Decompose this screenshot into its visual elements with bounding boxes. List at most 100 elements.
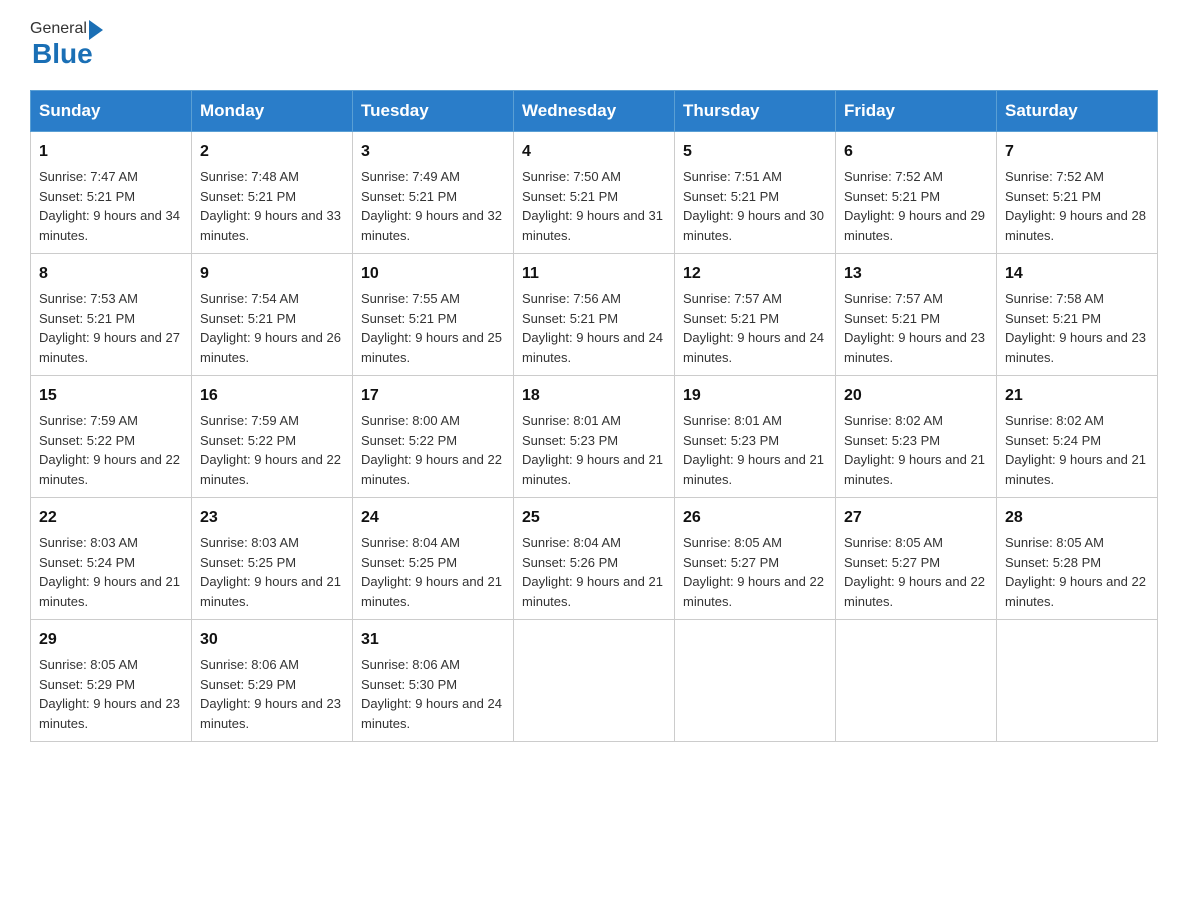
- day-sunset: Sunset: 5:22 PM: [361, 433, 457, 448]
- day-daylight: Daylight: 9 hours and 21 minutes.: [361, 574, 502, 609]
- day-sunrise: Sunrise: 8:04 AM: [522, 535, 621, 550]
- day-sunset: Sunset: 5:28 PM: [1005, 555, 1101, 570]
- day-sunrise: Sunrise: 7:52 AM: [1005, 169, 1104, 184]
- calendar-cell: 4Sunrise: 7:50 AMSunset: 5:21 PMDaylight…: [514, 132, 675, 254]
- day-number: 15: [39, 384, 183, 408]
- day-sunset: Sunset: 5:25 PM: [200, 555, 296, 570]
- day-daylight: Daylight: 9 hours and 22 minutes.: [1005, 574, 1146, 609]
- day-number: 28: [1005, 506, 1149, 530]
- calendar-cell: 28Sunrise: 8:05 AMSunset: 5:28 PMDayligh…: [997, 498, 1158, 620]
- day-sunset: Sunset: 5:21 PM: [200, 311, 296, 326]
- calendar-cell: 23Sunrise: 8:03 AMSunset: 5:25 PMDayligh…: [192, 498, 353, 620]
- calendar-cell: 11Sunrise: 7:56 AMSunset: 5:21 PMDayligh…: [514, 254, 675, 376]
- day-daylight: Daylight: 9 hours and 22 minutes.: [683, 574, 824, 609]
- day-sunset: Sunset: 5:21 PM: [522, 311, 618, 326]
- day-sunrise: Sunrise: 7:57 AM: [844, 291, 943, 306]
- calendar-cell: 29Sunrise: 8:05 AMSunset: 5:29 PMDayligh…: [31, 620, 192, 742]
- logo-arrow-icon: [89, 20, 103, 40]
- calendar-cell: 3Sunrise: 7:49 AMSunset: 5:21 PMDaylight…: [353, 132, 514, 254]
- calendar-cell: 16Sunrise: 7:59 AMSunset: 5:22 PMDayligh…: [192, 376, 353, 498]
- day-sunrise: Sunrise: 7:49 AM: [361, 169, 460, 184]
- day-number: 31: [361, 628, 505, 652]
- day-sunrise: Sunrise: 8:02 AM: [844, 413, 943, 428]
- calendar-cell: 5Sunrise: 7:51 AMSunset: 5:21 PMDaylight…: [675, 132, 836, 254]
- day-sunset: Sunset: 5:23 PM: [522, 433, 618, 448]
- day-number: 20: [844, 384, 988, 408]
- day-daylight: Daylight: 9 hours and 21 minutes.: [200, 574, 341, 609]
- day-sunrise: Sunrise: 7:54 AM: [200, 291, 299, 306]
- day-sunrise: Sunrise: 8:02 AM: [1005, 413, 1104, 428]
- day-number: 9: [200, 262, 344, 286]
- calendar-cell: 18Sunrise: 8:01 AMSunset: 5:23 PMDayligh…: [514, 376, 675, 498]
- day-daylight: Daylight: 9 hours and 23 minutes.: [39, 696, 180, 731]
- day-sunrise: Sunrise: 7:57 AM: [683, 291, 782, 306]
- day-number: 30: [200, 628, 344, 652]
- day-sunset: Sunset: 5:21 PM: [683, 189, 779, 204]
- day-sunrise: Sunrise: 8:03 AM: [200, 535, 299, 550]
- day-sunrise: Sunrise: 8:01 AM: [522, 413, 621, 428]
- day-number: 25: [522, 506, 666, 530]
- day-sunset: Sunset: 5:21 PM: [844, 189, 940, 204]
- day-sunrise: Sunrise: 8:06 AM: [361, 657, 460, 672]
- day-daylight: Daylight: 9 hours and 31 minutes.: [522, 208, 663, 243]
- calendar-week-row: 29Sunrise: 8:05 AMSunset: 5:29 PMDayligh…: [31, 620, 1158, 742]
- day-number: 6: [844, 140, 988, 164]
- day-sunset: Sunset: 5:25 PM: [361, 555, 457, 570]
- day-sunrise: Sunrise: 7:56 AM: [522, 291, 621, 306]
- logo-general-text: General: [30, 20, 87, 38]
- day-sunrise: Sunrise: 8:03 AM: [39, 535, 138, 550]
- day-daylight: Daylight: 9 hours and 26 minutes.: [200, 330, 341, 365]
- day-number: 22: [39, 506, 183, 530]
- day-number: 1: [39, 140, 183, 164]
- calendar-cell: 7Sunrise: 7:52 AMSunset: 5:21 PMDaylight…: [997, 132, 1158, 254]
- day-daylight: Daylight: 9 hours and 21 minutes.: [844, 452, 985, 487]
- day-number: 4: [522, 140, 666, 164]
- day-sunset: Sunset: 5:29 PM: [39, 677, 135, 692]
- day-number: 17: [361, 384, 505, 408]
- day-daylight: Daylight: 9 hours and 22 minutes.: [39, 452, 180, 487]
- day-sunrise: Sunrise: 7:48 AM: [200, 169, 299, 184]
- day-sunrise: Sunrise: 7:50 AM: [522, 169, 621, 184]
- day-sunset: Sunset: 5:22 PM: [200, 433, 296, 448]
- day-daylight: Daylight: 9 hours and 23 minutes.: [1005, 330, 1146, 365]
- day-daylight: Daylight: 9 hours and 21 minutes.: [522, 452, 663, 487]
- day-number: 13: [844, 262, 988, 286]
- calendar-cell: 30Sunrise: 8:06 AMSunset: 5:29 PMDayligh…: [192, 620, 353, 742]
- calendar-cell: [675, 620, 836, 742]
- calendar-cell: [514, 620, 675, 742]
- day-number: 8: [39, 262, 183, 286]
- day-daylight: Daylight: 9 hours and 21 minutes.: [1005, 452, 1146, 487]
- day-sunset: Sunset: 5:26 PM: [522, 555, 618, 570]
- day-number: 5: [683, 140, 827, 164]
- day-sunset: Sunset: 5:30 PM: [361, 677, 457, 692]
- calendar-cell: 15Sunrise: 7:59 AMSunset: 5:22 PMDayligh…: [31, 376, 192, 498]
- day-sunset: Sunset: 5:21 PM: [1005, 311, 1101, 326]
- calendar-header-row: SundayMondayTuesdayWednesdayThursdayFrid…: [31, 91, 1158, 132]
- day-daylight: Daylight: 9 hours and 21 minutes.: [683, 452, 824, 487]
- day-sunset: Sunset: 5:27 PM: [683, 555, 779, 570]
- calendar-cell: 21Sunrise: 8:02 AMSunset: 5:24 PMDayligh…: [997, 376, 1158, 498]
- weekday-header-friday: Friday: [836, 91, 997, 132]
- day-sunrise: Sunrise: 8:00 AM: [361, 413, 460, 428]
- day-sunset: Sunset: 5:21 PM: [200, 189, 296, 204]
- day-daylight: Daylight: 9 hours and 22 minutes.: [200, 452, 341, 487]
- day-number: 21: [1005, 384, 1149, 408]
- calendar-cell: 13Sunrise: 7:57 AMSunset: 5:21 PMDayligh…: [836, 254, 997, 376]
- day-sunrise: Sunrise: 7:55 AM: [361, 291, 460, 306]
- day-number: 27: [844, 506, 988, 530]
- day-sunrise: Sunrise: 8:01 AM: [683, 413, 782, 428]
- day-sunset: Sunset: 5:21 PM: [39, 311, 135, 326]
- day-daylight: Daylight: 9 hours and 33 minutes.: [200, 208, 341, 243]
- day-sunrise: Sunrise: 8:04 AM: [361, 535, 460, 550]
- day-sunrise: Sunrise: 8:05 AM: [683, 535, 782, 550]
- day-number: 24: [361, 506, 505, 530]
- day-daylight: Daylight: 9 hours and 23 minutes.: [844, 330, 985, 365]
- day-daylight: Daylight: 9 hours and 23 minutes.: [200, 696, 341, 731]
- day-sunset: Sunset: 5:21 PM: [361, 189, 457, 204]
- day-sunrise: Sunrise: 7:58 AM: [1005, 291, 1104, 306]
- day-daylight: Daylight: 9 hours and 21 minutes.: [39, 574, 180, 609]
- calendar-cell: 27Sunrise: 8:05 AMSunset: 5:27 PMDayligh…: [836, 498, 997, 620]
- calendar-week-row: 15Sunrise: 7:59 AMSunset: 5:22 PMDayligh…: [31, 376, 1158, 498]
- day-number: 19: [683, 384, 827, 408]
- day-daylight: Daylight: 9 hours and 29 minutes.: [844, 208, 985, 243]
